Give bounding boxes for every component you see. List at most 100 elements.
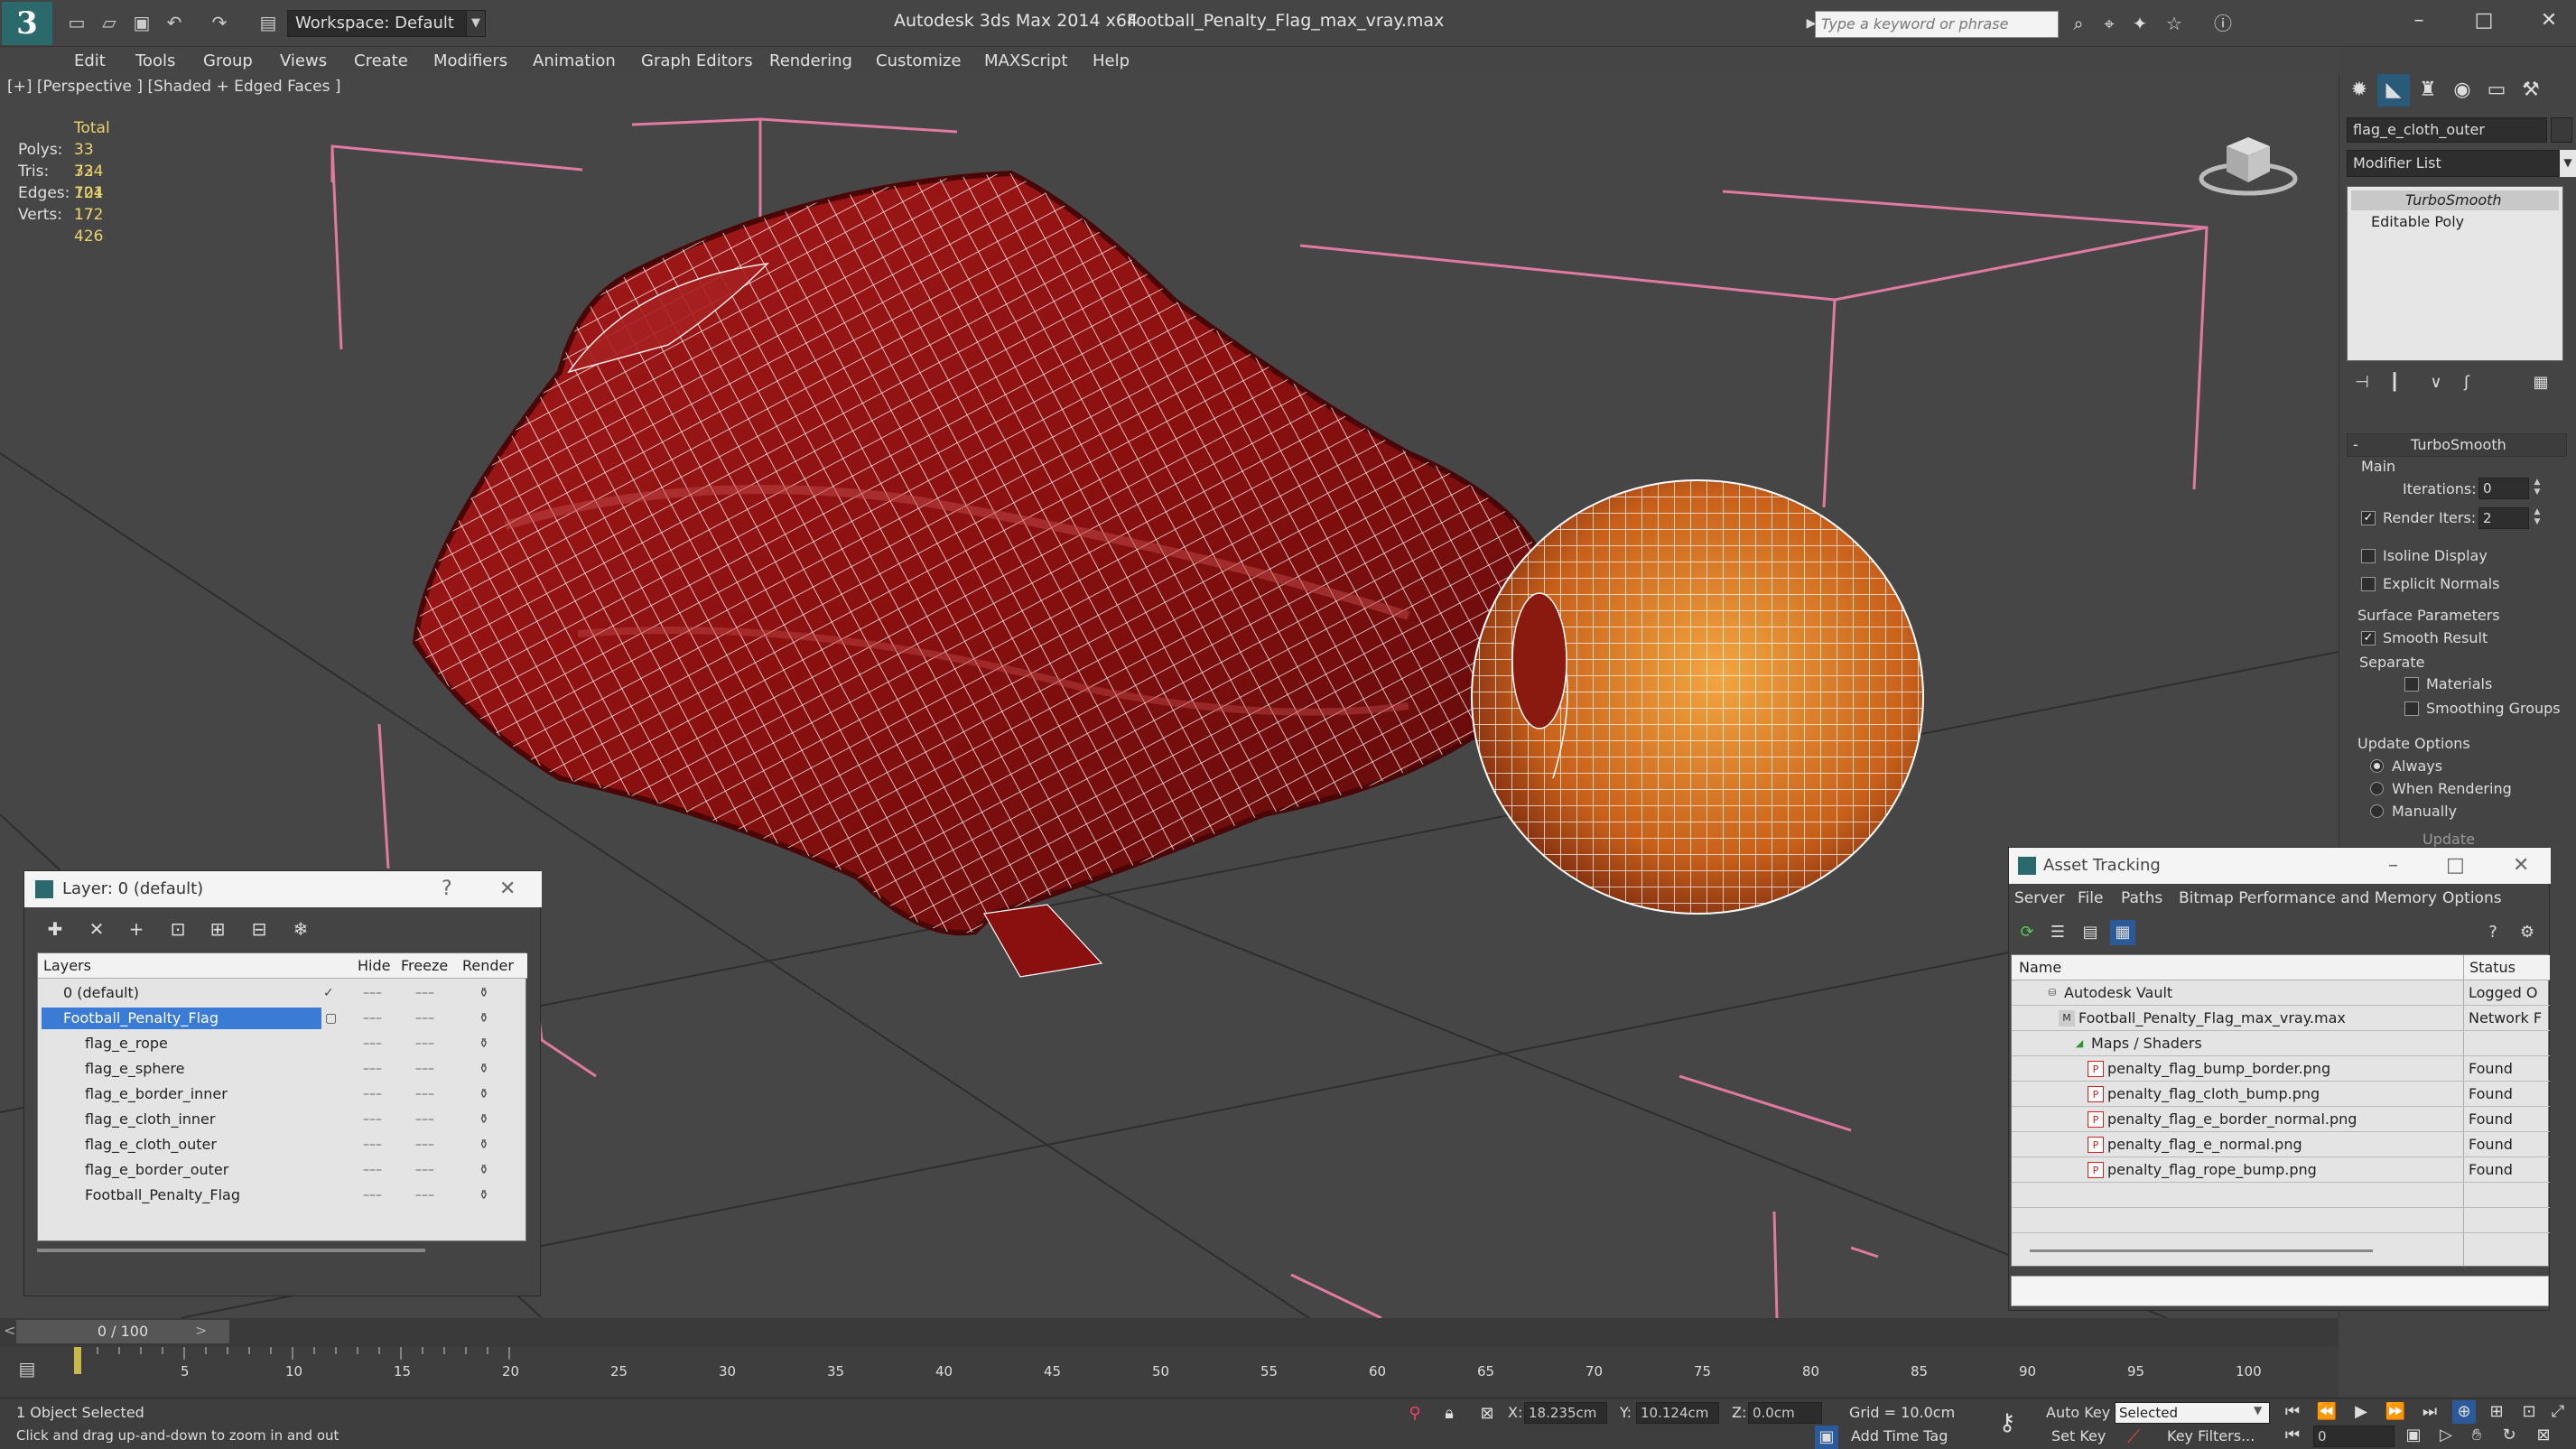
horizontal-scrollbar[interactable]	[37, 1249, 425, 1252]
pan-view-icon[interactable]: ✋︎	[2465, 1424, 2488, 1447]
column-freeze[interactable]: Freeze	[401, 953, 448, 979]
highlight-layer-icon[interactable]: ⊞	[205, 916, 230, 942]
render-teapot-icon[interactable]: ⚱	[479, 1082, 489, 1107]
redo-icon[interactable]: ↷	[208, 11, 231, 34]
time-tag-icon[interactable]: ▣	[1815, 1426, 1838, 1449]
smoothing-groups-checkbox[interactable]	[2404, 701, 2419, 716]
lock-selection-icon[interactable]: 🔒︎	[1437, 1402, 1461, 1426]
freeze-toggle[interactable]: –––	[415, 1056, 434, 1082]
layer-row[interactable]: flag_e_sphere ––– ––– ⚱	[38, 1056, 527, 1082]
project-icon[interactable]: ▤	[256, 11, 280, 34]
layer-box-icon[interactable]: ▢	[325, 1006, 337, 1031]
menu-customize[interactable]: Customize	[876, 51, 961, 70]
menu-file[interactable]: File	[2078, 889, 2103, 907]
column-status[interactable]: Status	[2463, 955, 2516, 980]
refresh-icon[interactable]: ⟳	[2014, 920, 2040, 945]
time-config-icon[interactable]: ▣	[2402, 1424, 2425, 1447]
zoom-all-icon[interactable]: ⊞	[2485, 1400, 2508, 1424]
render-teapot-icon[interactable]: ⚱	[479, 1157, 489, 1183]
new-icon[interactable]: ▭	[65, 11, 88, 34]
zoom-icon[interactable]: ⊕	[2452, 1400, 2476, 1424]
undo-icon[interactable]: ↶	[163, 11, 186, 34]
spinner-arrows-icon[interactable]: ▲ ▼	[2531, 507, 2543, 529]
manually-radio[interactable]	[2370, 804, 2384, 818]
menu-options[interactable]: Options	[2442, 889, 2502, 907]
motion-tab-icon[interactable]: ◉	[2446, 74, 2478, 107]
track-bar[interactable]: ▤ 5 10 15 20 25 30 35 40 45 50 55 60 65 …	[0, 1347, 2339, 1398]
isoline-display-checkbox[interactable]	[2361, 549, 2376, 563]
create-layer-icon[interactable]: ✚	[42, 916, 68, 942]
go-to-start-icon[interactable]: ⏮	[2281, 1400, 2304, 1424]
object-name-field[interactable]: flag_e_cloth_outer	[2347, 117, 2547, 143]
key-filters-button[interactable]: Key Filters...	[2167, 1427, 2255, 1444]
freeze-toggle[interactable]: –––	[415, 1183, 434, 1208]
add-to-layer-icon[interactable]: +	[124, 916, 149, 942]
close-button[interactable]: ✕	[2513, 848, 2529, 884]
freeze-toggle[interactable]: –––	[415, 980, 434, 1006]
favorites-icon[interactable]: ☆	[2162, 11, 2187, 36]
menu-group[interactable]: Group	[203, 51, 253, 70]
hide-toggle[interactable]: –––	[363, 1183, 382, 1208]
render-teapot-icon[interactable]: ⚱	[479, 1107, 489, 1132]
create-tab-icon[interactable]: ✹	[2343, 74, 2376, 107]
display-tab-icon[interactable]: ▭	[2480, 74, 2513, 107]
list-view-icon[interactable]: ☰	[2045, 920, 2070, 945]
asset-row[interactable]: M Football_Penalty_Flag_max_vray.max Net…	[2012, 1006, 2550, 1031]
render-teapot-icon[interactable]: ⚱	[479, 1056, 489, 1082]
freeze-toggle[interactable]: –––	[415, 1157, 434, 1183]
add-time-tag-button[interactable]: Add Time Tag	[1851, 1427, 1948, 1444]
hide-toggle[interactable]: –––	[363, 1082, 382, 1107]
maximize-button[interactable]: □	[2446, 848, 2465, 884]
chevron-down-icon[interactable]: ▼	[466, 10, 486, 37]
maximize-viewport-icon[interactable]: ⤢	[2546, 1400, 2570, 1424]
field-of-view-icon[interactable]: ▷	[2434, 1424, 2458, 1447]
menu-views[interactable]: Views	[280, 51, 327, 70]
freeze-all-icon[interactable]: ❄	[288, 916, 313, 942]
layer-window-titlebar[interactable]: Layer: 0 (default) ? ✕	[24, 871, 542, 907]
z-coordinate-field[interactable]: 0.0cm	[1748, 1402, 1822, 1424]
layer-row[interactable]: Football_Penalty_Flag ––– ––– ⚱	[38, 1183, 527, 1208]
close-button[interactable]: ✕	[499, 871, 516, 907]
column-layers[interactable]: Layers	[43, 953, 91, 979]
menu-server[interactable]: Server	[2014, 889, 2065, 907]
hide-toggle[interactable]: –––	[363, 1056, 382, 1082]
help-icon[interactable]: ⓘ	[2210, 11, 2236, 36]
spinner-arrows-icon[interactable]: ▲ ▼	[2531, 478, 2543, 499]
render-iters-spinner[interactable]: 2	[2478, 507, 2529, 529]
hide-toggle[interactable]: –––	[363, 1006, 382, 1031]
close-button[interactable]: ✕	[2526, 5, 2571, 36]
menu-edit[interactable]: Edit	[74, 51, 106, 70]
play-icon[interactable]: ▶	[2349, 1400, 2373, 1424]
update-button[interactable]: Update	[2423, 831, 2475, 848]
asset-window-titlebar[interactable]: Asset Tracking – □ ✕	[2009, 848, 2551, 884]
freeze-toggle[interactable]: –––	[415, 1006, 434, 1031]
object-color-swatch[interactable]	[2551, 117, 2572, 143]
help-button[interactable]: ?	[442, 871, 452, 907]
smooth-result-checkbox[interactable]: ✓	[2361, 631, 2376, 646]
utilities-tab-icon[interactable]: ⚒	[2515, 74, 2547, 107]
maximize-button[interactable]: □	[2461, 5, 2506, 36]
layer-row[interactable]: Football_Penalty_Flag ▢ ––– ––– ⚱	[38, 1006, 527, 1031]
hide-toggle[interactable]: –––	[363, 1157, 382, 1183]
time-slider[interactable]: < 0 / 100 >	[0, 1318, 2339, 1347]
asset-row[interactable]: P penalty_flag_bump_border.png Found	[2012, 1056, 2550, 1082]
isolate-selection-icon[interactable]: ⚲	[1403, 1402, 1427, 1426]
render-teapot-icon[interactable]: ⚱	[479, 1031, 489, 1056]
search-input[interactable]: Type a keyword or phrase	[1815, 11, 2059, 38]
asset-row[interactable]: P penalty_flag_rope_bump.png Found	[2012, 1157, 2550, 1183]
chevron-down-icon[interactable]: ▼	[2560, 150, 2576, 177]
hide-toggle[interactable]: –––	[363, 1107, 382, 1132]
stack-item-editable-poly[interactable]: Editable Poly	[2351, 212, 2559, 232]
menu-graph-editors[interactable]: Graph Editors	[641, 51, 753, 70]
curve-editor-icon[interactable]: ▤	[13, 1358, 42, 1381]
always-radio[interactable]	[2370, 759, 2384, 773]
go-to-end-icon[interactable]: ⏭	[2418, 1400, 2441, 1424]
layer-row[interactable]: flag_e_cloth_outer ––– ––– ⚱	[38, 1132, 527, 1157]
layer-row[interactable]: 0 (default) ✓ ––– ––– ⚱	[38, 980, 527, 1006]
menu-paths[interactable]: Paths	[2121, 889, 2162, 907]
turbosmooth-rollout-header[interactable]: - TurboSmooth	[2347, 433, 2567, 457]
auto-key-button[interactable]: Auto Key	[2046, 1404, 2110, 1421]
freeze-toggle[interactable]: –––	[415, 1107, 434, 1132]
key-mode-select[interactable]: Selected	[2115, 1402, 2270, 1424]
viewport-label[interactable]: [+] [Perspective ] [Shaded + Edged Faces…	[7, 78, 340, 96]
